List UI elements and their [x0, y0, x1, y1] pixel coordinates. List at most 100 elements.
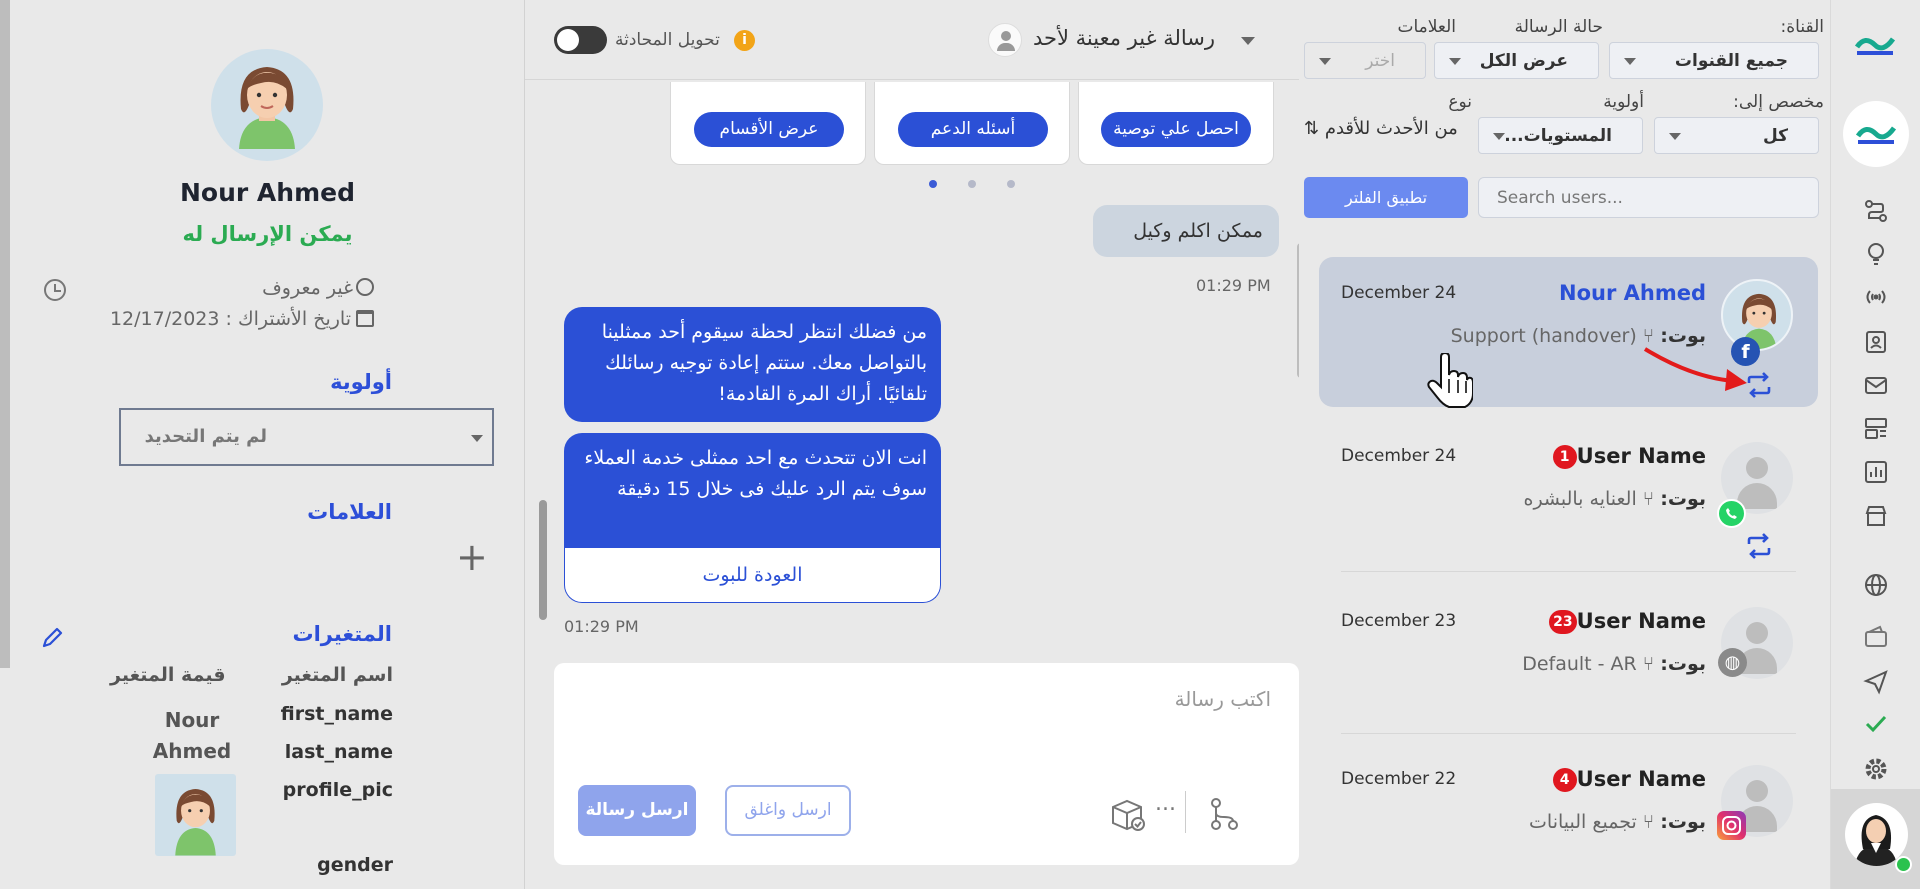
- chevron-down-icon: [1669, 133, 1681, 140]
- hand-cursor-icon: [1427, 353, 1473, 408]
- quick-reply-button[interactable]: عرض الأقسام: [694, 112, 844, 147]
- nav-item-home[interactable]: [1843, 101, 1909, 167]
- broadcast-icon[interactable]: [1863, 284, 1889, 310]
- conversation-item[interactable]: December 24 1 User Name بوت: ⑂ العنايه با…: [1319, 420, 1818, 570]
- send-icon[interactable]: [1863, 669, 1889, 695]
- profile-scrollbar[interactable]: [0, 0, 10, 668]
- composer-placeholder: اكتب رسالة: [1174, 687, 1271, 711]
- online-status-dot: [1895, 856, 1912, 873]
- wallet-icon[interactable]: [1863, 624, 1889, 650]
- conversation-date: December 24: [1341, 446, 1457, 466]
- assign-label[interactable]: رسالة غير معينة لأحد: [1033, 26, 1215, 50]
- quick-reply-button[interactable]: احصل علي توصية: [1101, 112, 1251, 147]
- conversation-bot: بوت: ⑂ العنايه بالبشره: [1523, 488, 1706, 510]
- flow-icon: ⑂: [1642, 811, 1655, 833]
- assigned-select[interactable]: كل: [1654, 117, 1819, 154]
- annotation-arrow: [1643, 347, 1747, 391]
- channel-select[interactable]: جميع القنوات: [1609, 42, 1819, 79]
- list-divider: [1341, 733, 1796, 734]
- conversation-date: December 23: [1341, 611, 1457, 631]
- var-value: Nour: [164, 708, 220, 732]
- contact-location: غير معروف: [262, 277, 374, 299]
- search-placeholder: Search users...: [1497, 188, 1623, 208]
- conversation-name: 1 User Name: [1547, 444, 1706, 469]
- conversation-item[interactable]: December 24 Nour Ahmed بوت: ⑂ Support (h…: [1319, 257, 1818, 408]
- var-name: first_name: [280, 703, 393, 725]
- assigned-select-value: كل: [1762, 126, 1788, 146]
- apply-filter-button[interactable]: تطبيق الفلتر: [1304, 177, 1468, 218]
- message-composer[interactable]: اكتب رسالة ارسل رسالة ارسل واغلق ...: [554, 663, 1299, 865]
- brand-logo-icon[interactable]: [1855, 33, 1895, 57]
- priority-select[interactable]: لم يتم التحديد: [119, 408, 494, 466]
- flow-icon[interactable]: [1208, 797, 1240, 831]
- ai-bulb-icon[interactable]: [1863, 240, 1889, 266]
- conversation-date: December 24: [1341, 283, 1457, 303]
- chat-header: تحويل المحادثة i رسالة غير معينة لأحد: [525, 0, 1299, 80]
- chevron-down-icon[interactable]: [1241, 37, 1255, 45]
- tags-filter-select[interactable]: اختر: [1304, 42, 1426, 79]
- check-icon[interactable]: [1863, 711, 1889, 737]
- bot-name: Support (handover): [1450, 325, 1637, 347]
- conversation-bot: بوت: ⑂ Default - AR: [1522, 653, 1706, 675]
- brand-logo-icon: [1856, 126, 1896, 144]
- chat-scrollbar[interactable]: [539, 500, 547, 620]
- web-globe-icon: ◍: [1718, 648, 1747, 677]
- conversation-bot: بوت: ⑂ تجميع البيانات: [1529, 811, 1706, 833]
- transfer-toggle[interactable]: [554, 26, 607, 54]
- send-message-button[interactable]: ارسل رسالة: [578, 785, 696, 836]
- chevron-down-icon: [1493, 133, 1505, 140]
- transfer-icon[interactable]: [1744, 531, 1774, 561]
- user-menu[interactable]: [1831, 789, 1920, 889]
- more-icon[interactable]: ...: [1155, 791, 1176, 816]
- conversation-list-panel: القناة: حالة الرسالة العلامات جميع القنو…: [1299, 0, 1830, 889]
- var-name: gender: [317, 854, 393, 876]
- priority-title: أولوية: [330, 370, 392, 394]
- incoming-message: ممكن اكلم وكيل: [1093, 205, 1279, 257]
- flow-icon: ⑂: [1642, 488, 1655, 510]
- type-label: نوع: [1448, 92, 1472, 112]
- info-icon[interactable]: i: [734, 30, 755, 51]
- add-tag-icon[interactable]: +: [456, 538, 488, 576]
- unread-badge: 1: [1552, 445, 1577, 469]
- contacts-icon[interactable]: [1863, 329, 1889, 355]
- language-globe-icon[interactable]: [1863, 572, 1889, 598]
- conversation-item[interactable]: December 23 23 User Name بوت: ⑂ Default -…: [1319, 585, 1818, 735]
- var-name-header: اسم المتغير: [281, 664, 393, 686]
- carousel-dot[interactable]: [1007, 180, 1015, 188]
- product-box-icon[interactable]: [1109, 797, 1147, 833]
- priority-filter-label: أولوية: [1603, 92, 1644, 112]
- search-users-input[interactable]: Search users...: [1478, 177, 1819, 218]
- app-root: Nour Ahmed يمكن الإرسال له غير معروف تار…: [0, 0, 1920, 889]
- analytics-icon[interactable]: [1863, 459, 1889, 485]
- chat-panel: تحويل المحادثة i رسالة غير معينة لأحد عر…: [525, 0, 1305, 889]
- sort-toggle[interactable]: من الأحدث للأقدم ⇅: [1304, 118, 1458, 139]
- edit-pencil-icon[interactable]: [40, 626, 64, 650]
- flows-icon[interactable]: [1863, 198, 1889, 224]
- conversation-date: December 22: [1341, 769, 1457, 789]
- settings-gear-icon[interactable]: [1863, 756, 1889, 782]
- conversation-item[interactable]: December 22 4 User Name بوت: ⑂ تجميع البي…: [1319, 743, 1818, 889]
- var-value: Ahmed: [152, 739, 232, 763]
- var-name: last_name: [284, 741, 393, 763]
- send-and-close-button[interactable]: ارسل واغلق: [725, 785, 851, 836]
- clock-icon[interactable]: [44, 279, 66, 301]
- channel-select-value: جميع القنوات: [1674, 51, 1788, 71]
- contact-subscribed: تاريخ الأشتراك : 12/17/2023: [110, 308, 374, 330]
- mail-icon[interactable]: [1863, 372, 1889, 398]
- contact-avatar: [211, 49, 323, 161]
- sort-arrows-icon: ⇅: [1304, 118, 1320, 139]
- quick-reply-button[interactable]: أسئله الدعم: [898, 112, 1048, 147]
- message-time: 01:29 PM: [1196, 276, 1271, 295]
- store-icon[interactable]: [1863, 503, 1889, 529]
- templates-icon[interactable]: [1863, 415, 1889, 441]
- message-time: 01:29 PM: [564, 617, 639, 636]
- priority-filter-select[interactable]: ...المستويات: [1478, 117, 1643, 154]
- carousel-dot[interactable]: [968, 180, 976, 188]
- outgoing-message: من فضلك انتظر لحظة سيقوم أحد ممثلينا بال…: [564, 307, 941, 422]
- instagram-icon: [1717, 811, 1746, 840]
- back-to-bot-button[interactable]: العودة للبوت: [564, 548, 941, 603]
- carousel-dot[interactable]: [929, 180, 937, 188]
- contact-profile-panel: Nour Ahmed يمكن الإرسال له غير معروف تار…: [0, 0, 525, 889]
- contact-name: Nour Ahmed: [180, 178, 355, 207]
- message-status-select[interactable]: عرض الكل: [1434, 42, 1599, 79]
